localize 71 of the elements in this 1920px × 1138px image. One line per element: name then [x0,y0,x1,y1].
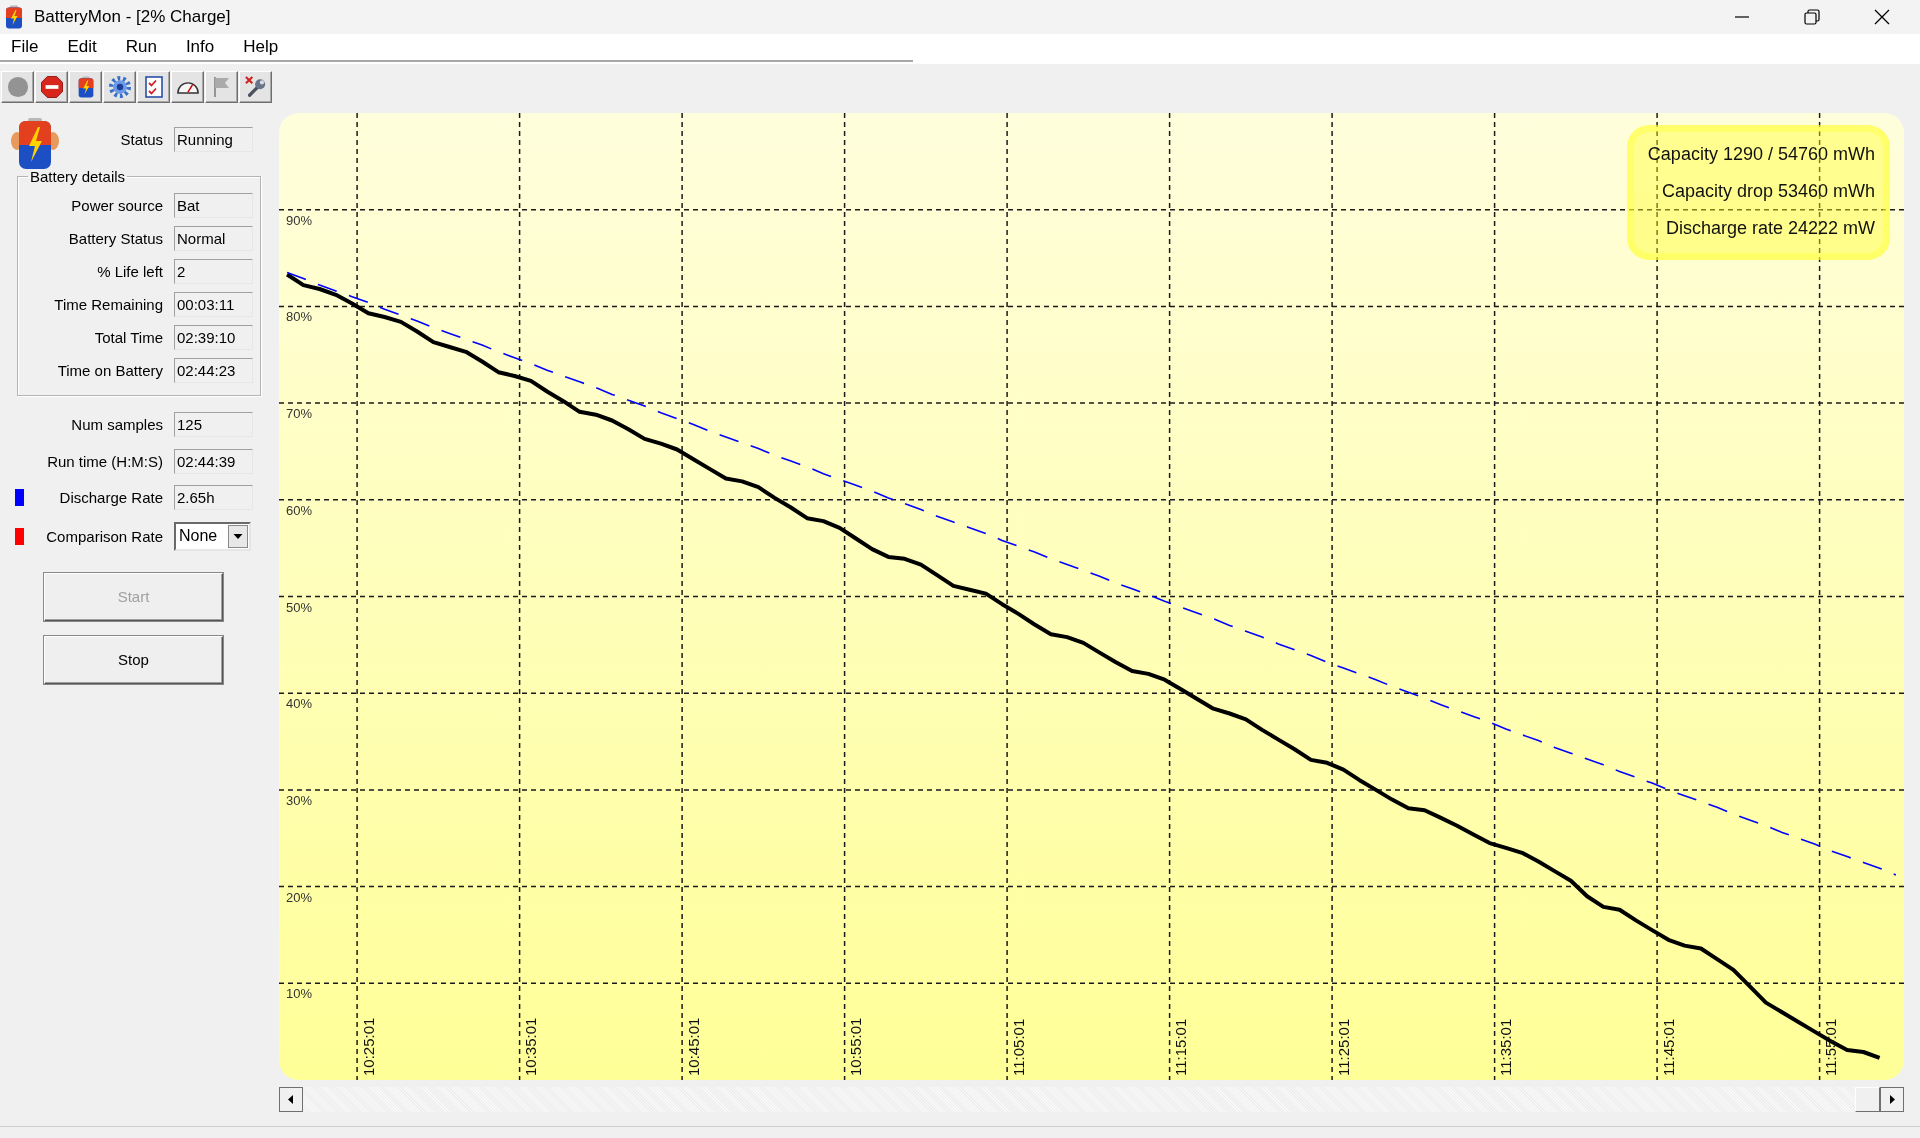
toolbar-button[interactable] [35,71,68,103]
toolbar-button[interactable] [239,71,272,103]
horizontal-scrollbar[interactable] [279,1087,1904,1112]
scroll-left-icon[interactable] [279,1087,303,1112]
menu-item[interactable]: Run [125,37,157,57]
field-label: Time Remaining [53,296,163,313]
scrollbar-thumb[interactable] [1855,1087,1880,1112]
gear-icon [108,76,131,98]
key-icon [244,76,267,98]
circle-icon [6,76,29,98]
menu-item[interactable]: Help [243,37,279,57]
dropdown[interactable]: None [174,521,251,551]
y-axis-label: 30% [286,792,313,808]
y-axis-label: 60% [286,502,313,518]
value-field: 00:03:11 [174,292,253,317]
toolbar-button[interactable] [69,71,102,103]
x-axis-label: 11:25:01 [1334,1018,1352,1076]
toolbar-button[interactable] [171,71,204,103]
chart-annotation: Discharge rate 24222 mW [1664,217,1875,240]
scroll-right-icon[interactable] [1880,1087,1904,1112]
field-label: Num samples [70,416,163,433]
x-axis-label: 10:35:01 [522,1017,540,1076]
menu-item[interactable]: File [11,37,39,57]
toolbar-button[interactable] [137,71,170,103]
group-title: Battery details [29,168,127,185]
toolbar-button[interactable] [103,71,136,103]
menu-item[interactable]: Info [185,37,215,57]
battery-icon [11,117,59,171]
value-field: 2.65h [174,485,253,510]
x-axis-label: 10:25:01 [359,1017,377,1076]
value-field: Normal [174,226,253,251]
value-field: 2 [174,259,253,284]
field-label: Power source [70,197,163,214]
window-title: BatteryMon - [2% Charge] [34,7,232,27]
x-axis-label: 11:45:01 [1659,1018,1677,1076]
x-axis-label: 11:35:01 [1497,1018,1515,1076]
close-icon[interactable] [1874,9,1890,25]
value-field: 02:39:10 [174,325,253,350]
field-label: Comparison Rate [45,527,163,545]
chart-annotation: Capacity drop 53460 mWh [1660,180,1875,203]
field-label: Total Time [93,329,163,346]
value-field: 125 [174,412,253,437]
field-label: Battery Status [67,230,163,247]
stop-button[interactable]: Stop [44,635,223,684]
value-field: 02:44:39 [174,448,253,474]
y-axis-label: 20% [286,889,313,905]
x-axis-label: 11:15:01 [1172,1018,1190,1076]
y-axis-label: 40% [286,696,313,712]
caret-icon [228,524,248,548]
stop-icon [40,76,63,98]
x-axis-label: 11:05:01 [1009,1018,1027,1076]
restore-icon[interactable] [1804,9,1820,25]
battery-icon [4,5,24,29]
checklist-icon [142,76,165,98]
field-label: Run time (H:M:S) [46,452,163,470]
y-axis-label: 10% [286,986,313,1002]
value-field: 02:44:23 [174,358,253,383]
field-label: Time on Battery [56,362,163,379]
x-axis-label: 10:55:01 [847,1017,865,1076]
x-axis-label: 10:45:01 [684,1017,702,1076]
value-field: Bat [174,193,253,218]
field-label: % Life left [96,263,163,280]
chart-annotation: Capacity 1290 / 54760 mWh [1646,143,1875,166]
menu-item[interactable]: Edit [67,37,97,57]
field-label: Status [119,131,163,148]
y-axis-label: 90% [286,212,313,228]
y-axis-label: 50% [286,599,313,615]
y-axis-label: 80% [286,309,313,325]
y-axis-label: 70% [286,406,313,422]
value-field: Running [174,127,253,152]
field-label: Discharge Rate [58,489,163,506]
